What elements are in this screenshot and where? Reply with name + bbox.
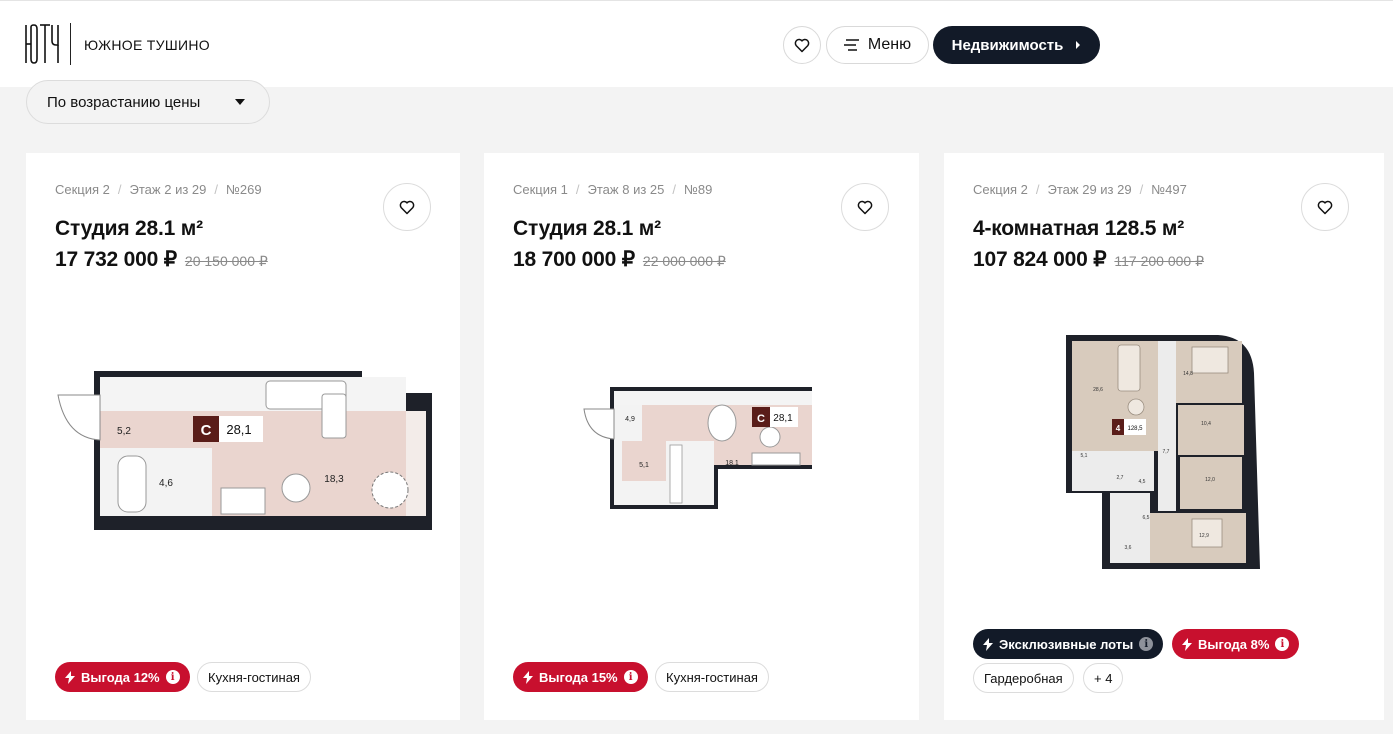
tag-promo[interactable]: Выгода 12% i <box>55 662 190 692</box>
card-favorite-button[interactable] <box>1301 183 1349 231</box>
info-icon[interactable]: i <box>1139 637 1154 651</box>
tag-label: Выгода 15% <box>539 669 618 685</box>
realty-label: Недвижимость <box>951 36 1064 54</box>
menu-icon <box>843 39 859 51</box>
price-row: 18 700 000 ₽ 22 000 000 ₽ <box>513 247 726 272</box>
plan-type-badge: С <box>757 413 765 425</box>
plan-room-label: 10,4 <box>1201 421 1211 427</box>
tag-feature[interactable]: Кухня-гостиная <box>197 662 311 692</box>
card-meta: Секция 1/Этаж 8 из 25/№89 <box>513 182 713 197</box>
plan-area-label: 28,1 <box>226 422 251 437</box>
floor-label: Этаж 8 из 25 <box>587 182 665 197</box>
heart-icon <box>1317 200 1333 214</box>
floor-plan: С 28,1 5,2 4,6 18,3 <box>57 371 432 530</box>
tag-label: Выгода 8% <box>1198 636 1270 652</box>
apartment-title: 4-комнатная 128.5 м² <box>973 217 1185 240</box>
lot-number: №89 <box>683 182 713 197</box>
info-icon[interactable]: i <box>165 670 180 684</box>
apartment-title: Студия 28.1 м² <box>55 217 203 240</box>
price-row: 17 732 000 ₽ 20 150 000 ₽ <box>55 247 268 272</box>
tag-label: + 4 <box>1094 670 1113 686</box>
lightning-icon <box>1182 637 1192 651</box>
lightning-icon <box>983 637 993 651</box>
floor-label: Этаж 2 из 29 <box>129 182 207 197</box>
plan-room-label: 28,6 <box>1093 387 1103 393</box>
lot-number: №269 <box>225 182 262 197</box>
plan-area-label: 128,5 <box>1127 426 1143 432</box>
section-label: Секция 2 <box>55 182 110 197</box>
sort-dropdown[interactable]: По возрастанию цены <box>26 80 270 124</box>
chevron-down-icon <box>235 99 245 105</box>
floor-label: Этаж 29 из 29 <box>1047 182 1132 197</box>
floor-plan: С 28,1 4,9 5,1 18,1 <box>583 387 812 509</box>
apartment-card[interactable]: Секция 2/Этаж 29 из 29/№497 4-комнатная … <box>944 153 1384 720</box>
plan-room-label: 2,7 <box>1117 475 1124 481</box>
card-meta: Секция 2/Этаж 29 из 29/№497 <box>973 182 1187 197</box>
logo-divider <box>70 23 71 65</box>
tag-exclusive[interactable]: Эксклюзивные лоты i <box>973 629 1164 659</box>
tag-promo[interactable]: Выгода 8% i <box>1172 629 1300 659</box>
tag-promo[interactable]: Выгода 15% i <box>513 662 648 692</box>
brand-name[interactable]: ЮЖНОЕ ТУШИНО <box>84 37 210 53</box>
tag-label: Кухня-гостиная <box>666 669 758 685</box>
heart-icon <box>794 38 810 52</box>
plan-area-label: 28,1 <box>773 413 793 424</box>
plan-room-label: 4,9 <box>625 416 635 423</box>
plan-room-label: 7,7 <box>1163 449 1170 455</box>
tag-more[interactable]: + 4 <box>1083 663 1124 693</box>
old-price: 20 150 000 ₽ <box>184 253 268 269</box>
plan-room-label: 6,5 <box>1143 515 1150 521</box>
favorites-button[interactable] <box>783 26 821 64</box>
apartment-card[interactable]: Секция 2/Этаж 2 из 29/№269 Студия 28.1 м… <box>26 153 460 720</box>
plan-type-badge: С <box>201 422 212 439</box>
current-price: 107 824 000 ₽ <box>973 248 1107 271</box>
info-icon[interactable]: i <box>623 670 638 684</box>
tag-label: Эксклюзивные лоты <box>999 636 1134 652</box>
old-price: 117 200 000 ₽ <box>1114 253 1205 269</box>
current-price: 18 700 000 ₽ <box>513 248 635 271</box>
card-favorite-button[interactable] <box>841 183 889 231</box>
plan-room-label: 4,6 <box>159 478 173 489</box>
tag-label: Гардеробная <box>984 670 1063 686</box>
lot-number: №497 <box>1151 182 1187 197</box>
plan-room-label: 18,3 <box>324 474 344 485</box>
tag-label: Кухня-гостиная <box>208 669 300 685</box>
heart-icon <box>399 200 415 214</box>
plan-room-label: 4,5 <box>1139 479 1146 485</box>
old-price: 22 000 000 ₽ <box>642 253 726 269</box>
plan-type-badge: 4 <box>1116 424 1121 433</box>
plan-room-label: 5,1 <box>639 462 649 469</box>
site-header: ЮЖНОЕ ТУШИНО Меню Недвижимость <box>0 0 1393 87</box>
heart-icon <box>857 200 873 214</box>
info-icon[interactable]: i <box>1275 637 1290 651</box>
price-row: 107 824 000 ₽ 117 200 000 ₽ <box>973 247 1204 272</box>
plan-room-label: 12,0 <box>1205 477 1215 483</box>
floor-plan: 4 128,5 28,6 14,8 10,4 5,1 7,7 12,0 2,7 … <box>1066 335 1260 569</box>
plan-room-label: 18,1 <box>725 460 739 467</box>
plan-room-label: 5,1 <box>1081 453 1088 459</box>
tag-feature[interactable]: Гардеробная <box>973 663 1074 693</box>
section-label: Секция 1 <box>513 182 568 197</box>
sort-label: По возрастанию цены <box>47 93 201 111</box>
apartment-title: Студия 28.1 м² <box>513 217 661 240</box>
current-price: 17 732 000 ₽ <box>55 248 177 271</box>
lightning-icon <box>523 670 533 684</box>
lightning-icon <box>65 670 75 684</box>
plan-room-label: 3,6 <box>1125 545 1132 551</box>
card-favorite-button[interactable] <box>383 183 431 231</box>
tag-feature[interactable]: Кухня-гостиная <box>655 662 769 692</box>
plan-room-label: 5,2 <box>117 426 131 437</box>
plan-room-label: 14,8 <box>1183 371 1193 377</box>
plan-room-label: 12,9 <box>1199 533 1209 539</box>
caret-right-icon <box>1076 41 1081 49</box>
menu-button[interactable]: Меню <box>826 26 929 64</box>
section-label: Секция 2 <box>973 182 1028 197</box>
apartment-card[interactable]: Секция 1/Этаж 8 из 25/№89 Студия 28.1 м²… <box>484 153 919 720</box>
card-meta: Секция 2/Этаж 2 из 29/№269 <box>55 182 262 197</box>
menu-label: Меню <box>867 36 912 53</box>
realty-button[interactable]: Недвижимость <box>933 26 1100 64</box>
logo-icon[interactable] <box>24 21 60 67</box>
tag-label: Выгода 12% <box>81 669 160 685</box>
